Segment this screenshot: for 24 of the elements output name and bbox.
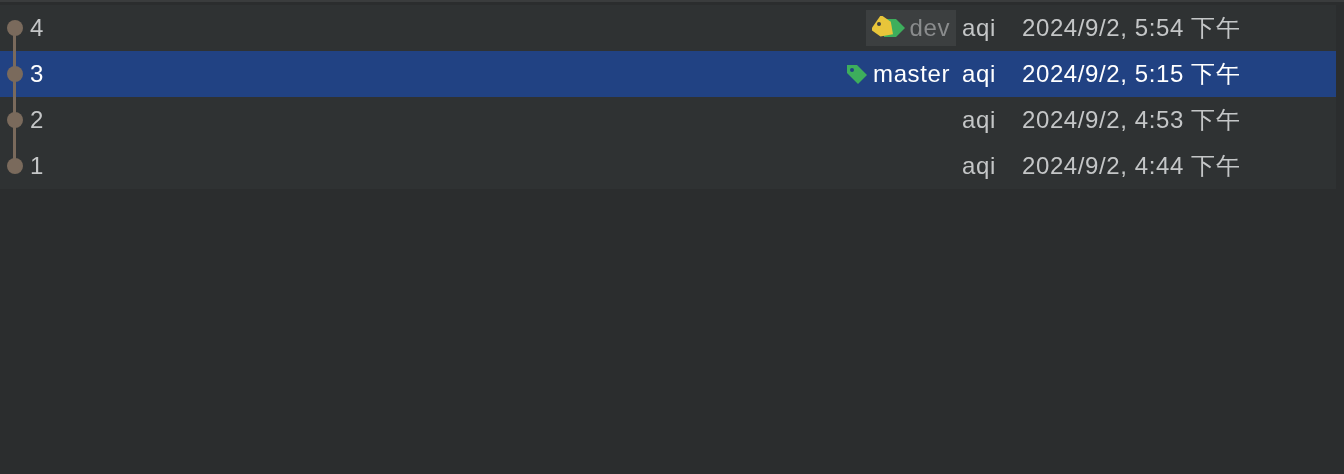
commit-message: 3 <box>30 59 45 89</box>
date-cell-text: 2024/9/2, 5:54 下午 <box>1022 13 1242 43</box>
author-cell-text: aqi <box>962 59 997 89</box>
tag-icon <box>845 62 870 86</box>
commit-node <box>7 20 23 36</box>
branch-label: master <box>839 56 956 92</box>
author-cell-text: aqi <box>962 105 997 135</box>
commit-row[interactable]: 1 aqi 2024/9/2, 4:44 下午 <box>0 143 1336 189</box>
commit-row[interactable]: 4 dev aqi 2024/9/2, 5:54 下午 <box>0 5 1336 51</box>
date-cell-text: 2024/9/2, 4:44 下午 <box>1022 151 1242 181</box>
commit-row[interactable]: 2 aqi 2024/9/2, 4:53 下午 <box>0 97 1336 143</box>
tag-icon <box>871 16 906 40</box>
commit-node <box>7 66 23 82</box>
commit-node <box>7 158 23 174</box>
commit-message: 2 <box>30 105 45 135</box>
commit-row[interactable]: 3 master aqi 2024/9/2, 5:15 下午 <box>0 51 1336 97</box>
author-cell-text: aqi <box>962 13 997 43</box>
branch-label: dev <box>865 10 956 46</box>
commit-message: 4 <box>30 13 45 43</box>
commit-node <box>7 112 23 128</box>
commit-message: 1 <box>30 151 45 181</box>
date-cell-text: 2024/9/2, 5:15 下午 <box>1022 59 1242 89</box>
date-cell-text: 2024/9/2, 4:53 下午 <box>1022 105 1242 135</box>
author-cell-text: aqi <box>962 151 997 181</box>
